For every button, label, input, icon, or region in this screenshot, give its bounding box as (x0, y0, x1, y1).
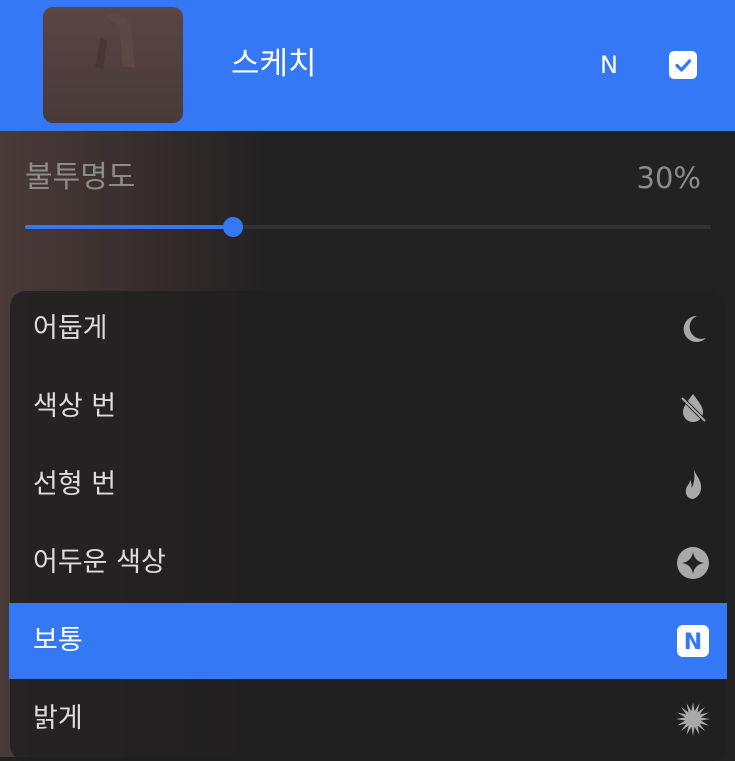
blend-mode-label: 선형 번 (33, 469, 117, 500)
layer-name[interactable]: 스케치 (231, 44, 317, 84)
blend-mode-label: 어두운 색상 (33, 547, 166, 578)
blend-mode-item[interactable]: 어둡게 (9, 291, 727, 367)
thumbnail-sketch (95, 13, 135, 69)
slider-fill (25, 225, 233, 229)
layer-thumbnail[interactable] (43, 7, 183, 123)
checkmark-icon (675, 59, 692, 72)
blend-mode-label: 보통 (33, 625, 83, 656)
layer-header[interactable]: 스케치 N (0, 0, 735, 131)
opacity-value: 30% (636, 161, 701, 195)
blend-mode-item[interactable]: 어두운 색상 (9, 525, 727, 601)
blend-mode-indicator[interactable]: N (600, 51, 618, 79)
blend-mode-item[interactable]: 선형 번 (9, 447, 727, 523)
blend-mode-item[interactable]: 색상 번 (9, 369, 727, 445)
normal-n-letter: N (684, 630, 702, 655)
blend-mode-label: 밝게 (33, 703, 83, 734)
starburst-icon (675, 701, 711, 737)
blend-mode-label: 어둡게 (33, 313, 108, 344)
blend-mode-item-selected[interactable]: 보통 N (9, 603, 727, 679)
moon-icon (675, 311, 711, 347)
visibility-checkbox[interactable] (669, 51, 697, 79)
flame-icon (675, 467, 711, 503)
opacity-label: 불투명도 (25, 160, 136, 195)
sparkle-circle-icon (675, 545, 711, 581)
drop-slash-icon (675, 389, 711, 425)
opacity-slider[interactable] (25, 217, 711, 237)
slider-handle[interactable] (223, 217, 243, 237)
normal-n-icon: N (675, 623, 711, 659)
blend-mode-label: 색상 번 (33, 391, 117, 422)
blend-mode-item[interactable]: 밝게 (9, 681, 727, 757)
